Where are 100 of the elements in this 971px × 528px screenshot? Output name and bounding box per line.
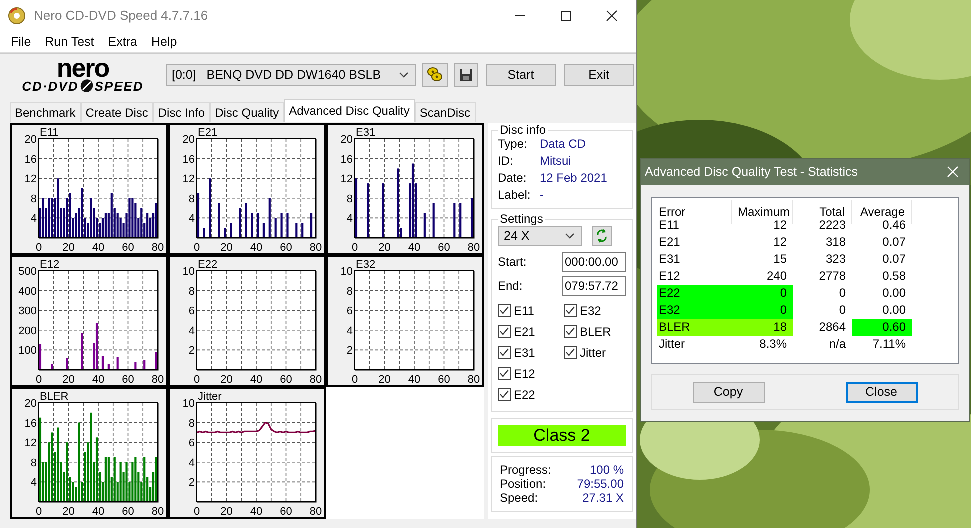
toolbar-button[interactable]: Exit — [564, 64, 634, 86]
checkbox[interactable] — [564, 346, 577, 359]
checkbox[interactable] — [564, 325, 577, 338]
axis-tick-label: 200 — [18, 325, 37, 338]
axis-tick-label: 40 — [250, 374, 263, 386]
input-field[interactable]: 079:57.72 — [562, 276, 626, 296]
axis-tick-label: 0 — [352, 242, 358, 254]
tab[interactable]: Create Disc — [80, 102, 154, 122]
field-label: Position: — [500, 477, 546, 491]
menu-item[interactable]: Help — [144, 34, 184, 48]
tab[interactable]: Disc Info — [153, 102, 210, 122]
axis-tick-label: 0 — [194, 374, 200, 386]
table-cell: 18 — [732, 319, 793, 336]
bar — [432, 203, 435, 238]
window-title: Nero CD-DVD Speed 4.7.7.16 — [34, 8, 210, 23]
checkbox[interactable] — [498, 304, 511, 317]
field-label: End: — [498, 279, 523, 293]
axis-tick-label: 60 — [122, 374, 134, 386]
axis-tick-label: 4 — [30, 213, 37, 226]
bar — [81, 333, 84, 370]
menu-item[interactable]: Extra — [101, 34, 144, 48]
axis-tick-label: 10 — [182, 398, 195, 410]
speed-dropdown[interactable]: 24 X — [498, 226, 582, 246]
bar — [230, 223, 232, 238]
checkbox[interactable] — [498, 325, 511, 338]
axis-tick-label: 500 — [18, 266, 37, 278]
drive-dropdown[interactable]: [0:0] BENQ DVD DD DW1640 BSLB — [166, 64, 416, 86]
table-cell: E32 — [657, 302, 732, 319]
bar — [471, 198, 474, 238]
axis-tick-label: 60 — [122, 242, 134, 254]
axis-tick-label: 8 — [188, 286, 195, 298]
axis-tick-label: 16 — [340, 154, 353, 166]
checkbox[interactable] — [564, 304, 577, 317]
logo-text: nero — [56, 56, 110, 78]
axis-tick-label: 4 — [30, 477, 37, 490]
table-cell-text: 2778 — [818, 268, 847, 285]
checkbox-label: Jitter — [580, 346, 606, 360]
axis-tick-label: 80 — [152, 374, 164, 386]
bar — [39, 344, 42, 370]
dialog-button[interactable]: Copy — [692, 382, 764, 402]
checkbox-label: E22 — [514, 388, 536, 402]
axis-tick-label: 8 — [346, 193, 353, 206]
checkbox-label: E32 — [580, 304, 602, 318]
bar — [460, 203, 462, 238]
maximize-icon[interactable] — [560, 10, 572, 22]
axis-tick-label: 80 — [310, 506, 322, 518]
drives-button[interactable] — [422, 63, 448, 87]
table-cell-text: Jitter — [658, 336, 686, 353]
checkbox[interactable] — [498, 367, 511, 380]
bar — [274, 218, 277, 238]
bar — [355, 178, 358, 238]
chart-title: E12 — [40, 259, 60, 271]
bar — [382, 184, 384, 238]
close-icon[interactable] — [606, 10, 618, 22]
axis-tick-label: 40 — [92, 242, 105, 254]
axis-tick-label: 60 — [122, 506, 134, 518]
tab[interactable]: Disc Quality — [210, 102, 284, 122]
chart-title: E11 — [40, 127, 59, 139]
field-label: Start: — [498, 255, 527, 269]
checkbox[interactable] — [498, 388, 511, 401]
checkbox-label: E12 — [514, 366, 536, 380]
dialog-button[interactable]: Close — [846, 382, 918, 402]
check-icon — [565, 347, 576, 358]
axis-tick-label: 16 — [182, 154, 195, 166]
table-cell-text: 12 — [772, 234, 788, 251]
disc-stack-icon — [426, 66, 444, 84]
checkbox[interactable] — [498, 346, 511, 359]
menu-item[interactable]: File — [4, 34, 38, 48]
checkbox-label: E21 — [514, 324, 536, 338]
table-cell-text: 15 — [772, 251, 788, 268]
table-cell-text: 2864 — [818, 319, 847, 336]
menu-item[interactable]: Run Test — [38, 34, 102, 48]
table-cell-text: 0.07 — [882, 251, 907, 268]
bar — [262, 223, 265, 238]
axis-tick-label: 80 — [468, 374, 480, 386]
bar — [102, 356, 104, 370]
logo-text: SPEED — [94, 78, 144, 94]
table-cell-text: E12 — [658, 268, 682, 285]
save-button[interactable] — [454, 63, 478, 87]
toolbar-button[interactable]: Start — [486, 64, 556, 86]
bar — [51, 364, 54, 370]
bar — [424, 213, 426, 238]
tab[interactable]: ScanDisc — [414, 102, 476, 122]
table-cell-text: 0 — [838, 285, 847, 302]
tab[interactable]: Advanced Disc Quality — [284, 99, 415, 122]
axis-tick-label: 20 — [24, 398, 37, 410]
axis-tick-label: 0 — [36, 374, 42, 386]
axis-tick-label: 60 — [438, 374, 450, 386]
save-icon — [459, 68, 473, 82]
bar — [280, 213, 283, 238]
axis-tick-label: 20 — [378, 374, 391, 386]
input-field[interactable]: 000:00.00 — [562, 252, 626, 272]
tab[interactable]: Benchmark — [10, 102, 81, 122]
refresh-button[interactable] — [592, 226, 612, 246]
chart-title: E31 — [356, 127, 376, 139]
bar — [302, 223, 304, 238]
axis-tick-label: 40 — [408, 242, 421, 254]
axis-tick-label: 12 — [24, 174, 37, 186]
axis-tick-label: 8 — [30, 193, 37, 206]
refresh-icon — [595, 228, 609, 244]
